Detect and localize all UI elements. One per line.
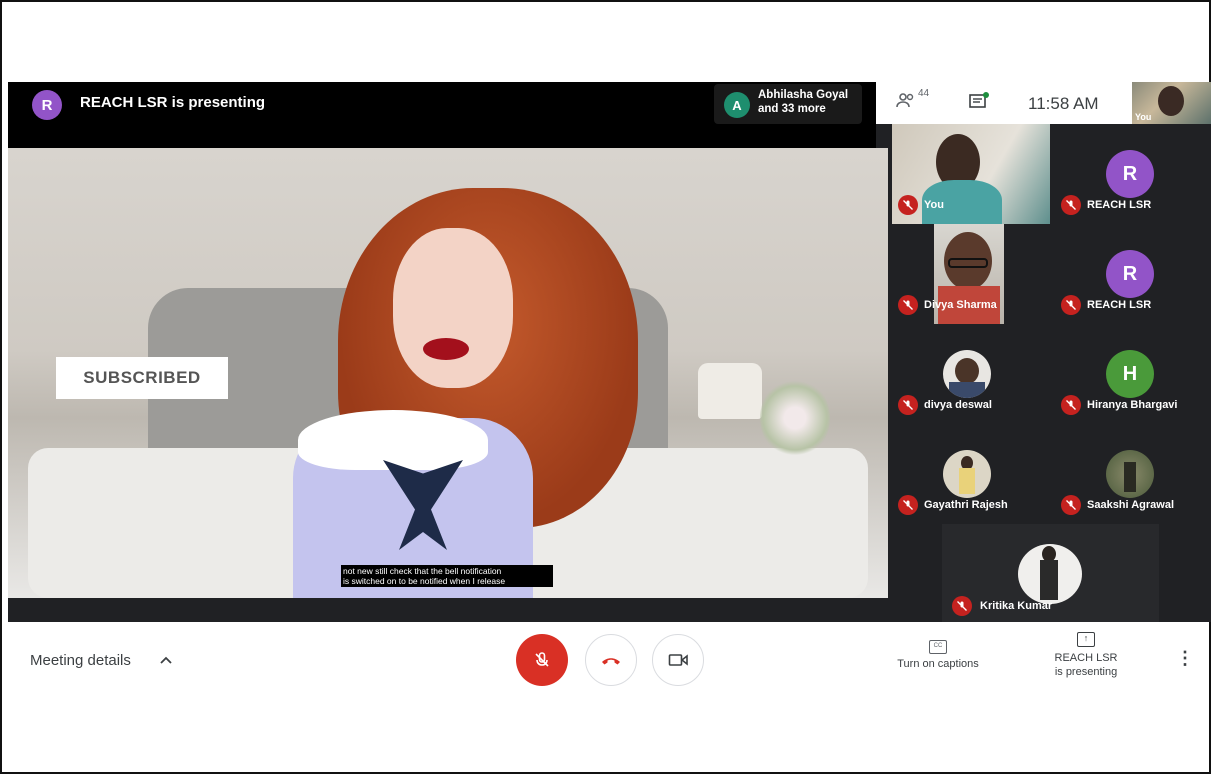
photo-body — [1040, 560, 1058, 600]
participant-name: Saakshi Agrawal — [1087, 499, 1175, 511]
viewers-line-2: and 33 more — [758, 103, 826, 115]
participant-tile[interactable]: divya deswal — [888, 324, 1050, 424]
viewers-chip[interactable]: A Abhilasha Goyal and 33 more — [714, 84, 862, 124]
people-count: 44 — [918, 88, 930, 99]
mic-toggle-button[interactable] — [516, 634, 568, 686]
flowers — [760, 378, 830, 458]
mic-off-icon — [898, 495, 918, 515]
chevron-up-icon[interactable] — [158, 652, 174, 668]
participant-photo — [1106, 450, 1154, 498]
participant-grid: You R REACH LSR Divya Sharma R REACH LSR — [888, 124, 1211, 622]
camera-toggle-button[interactable] — [652, 634, 704, 686]
participant-name: Kritika Kumar — [980, 600, 1053, 612]
participant-photo — [943, 450, 991, 498]
participant-tile[interactable]: Kritika Kumar — [942, 524, 1159, 622]
meeting-details-button[interactable]: Meeting details — [30, 652, 131, 669]
presenter-collar — [298, 410, 488, 470]
presenting-label: REACH LSR is presenting — [80, 94, 266, 111]
present-line-1: REACH LSR — [1054, 652, 1118, 664]
mic-off-icon — [1061, 395, 1081, 415]
present-screen-icon: ↑ — [1077, 632, 1095, 647]
hang-up-button[interactable] — [585, 634, 637, 686]
chat-button[interactable] — [968, 92, 992, 114]
present-button[interactable]: ↑ REACH LSR is presenting — [1036, 632, 1136, 679]
participant-tile[interactable]: R REACH LSR — [1051, 224, 1211, 324]
mic-off-icon — [898, 395, 918, 415]
presenting-bar: R REACH LSR is presenting A Abhilasha Go… — [8, 82, 876, 148]
clock: 11:58 AM — [1028, 94, 1099, 113]
self-video-thumbnail[interactable]: You — [1132, 82, 1211, 124]
photo-figure — [1124, 462, 1136, 492]
participant-name: Divya Sharma — [924, 299, 997, 311]
participant-name: Gayathri Rajesh — [924, 499, 1008, 511]
participant-tile[interactable]: Saakshi Agrawal — [1051, 424, 1211, 524]
presenter-face — [393, 228, 513, 388]
more-options-icon[interactable]: ⋮ — [1176, 648, 1194, 672]
caption-line-1: not new still check that the bell notifi… — [343, 566, 502, 576]
self-silhouette — [1158, 86, 1184, 116]
photo-head — [955, 358, 979, 384]
mic-off-icon — [535, 652, 549, 667]
camera-icon — [668, 654, 688, 666]
people-icon — [896, 93, 914, 108]
participant-tile[interactable]: You — [888, 124, 1050, 224]
chat-icon — [969, 92, 989, 108]
people-button[interactable]: 44 — [896, 88, 932, 114]
control-bar: Meeting details CC Turn on captions ↑ RE… — [8, 622, 1207, 702]
participant-avatar: R — [1106, 250, 1154, 298]
mic-off-icon — [1061, 295, 1081, 315]
participant-name: Hiranya Bhargavi — [1087, 399, 1178, 411]
mic-off-icon — [898, 295, 918, 315]
participant-name: REACH LSR — [1087, 199, 1152, 211]
captions-label: Turn on captions — [897, 658, 979, 670]
caption-line-2: is switched on to be notified when I rel… — [343, 576, 506, 586]
presenter-avatar: R — [32, 90, 62, 120]
screenshot-frame: R REACH LSR is presenting A Abhilasha Go… — [0, 0, 1211, 774]
lamp — [698, 363, 762, 419]
present-line-2: is presenting — [1054, 666, 1118, 678]
presentation-video: SUBSCRIBED not new still check that the … — [8, 148, 888, 598]
self-thumb-label: You — [1135, 112, 1152, 122]
participant-tile[interactable]: H Hiranya Bhargavi — [1051, 324, 1211, 424]
participant-tile[interactable]: Gayathri Rajesh — [888, 424, 1050, 524]
participant-tile[interactable]: Divya Sharma — [888, 224, 1050, 324]
presenter-lips — [423, 338, 469, 360]
video-caption: not new still check that the bell notifi… — [341, 565, 553, 587]
captions-button[interactable]: CC Turn on captions — [878, 640, 998, 670]
mic-off-icon — [952, 596, 972, 616]
mic-off-icon — [1061, 495, 1081, 515]
participant-photo — [943, 350, 991, 398]
mic-off-icon — [898, 195, 918, 215]
participant-glasses — [948, 258, 988, 268]
mic-off-icon — [1061, 195, 1081, 215]
participant-name: REACH LSR — [1087, 299, 1152, 311]
viewer-avatar: A — [724, 92, 750, 118]
photo-shirt — [949, 382, 985, 398]
participant-name: divya deswal — [924, 399, 992, 411]
participant-photo — [1018, 544, 1082, 604]
phone-hangup-icon — [602, 658, 620, 665]
meeting-header: 44 11:58 AM You — [876, 82, 1211, 124]
viewers-line-1: Abhilasha Goyal — [758, 89, 849, 101]
participant-avatar: H — [1106, 350, 1154, 398]
participant-name: You — [924, 199, 944, 211]
participant-avatar: R — [1106, 150, 1154, 198]
viewers-text: Abhilasha Goyal and 33 more — [758, 88, 848, 116]
photo-body — [959, 468, 975, 494]
present-label: REACH LSR is presenting — [1036, 651, 1136, 679]
captions-icon: CC — [929, 640, 947, 654]
participant-tile[interactable]: R REACH LSR — [1051, 124, 1211, 224]
subscribed-badge: SUBSCRIBED — [56, 357, 228, 399]
